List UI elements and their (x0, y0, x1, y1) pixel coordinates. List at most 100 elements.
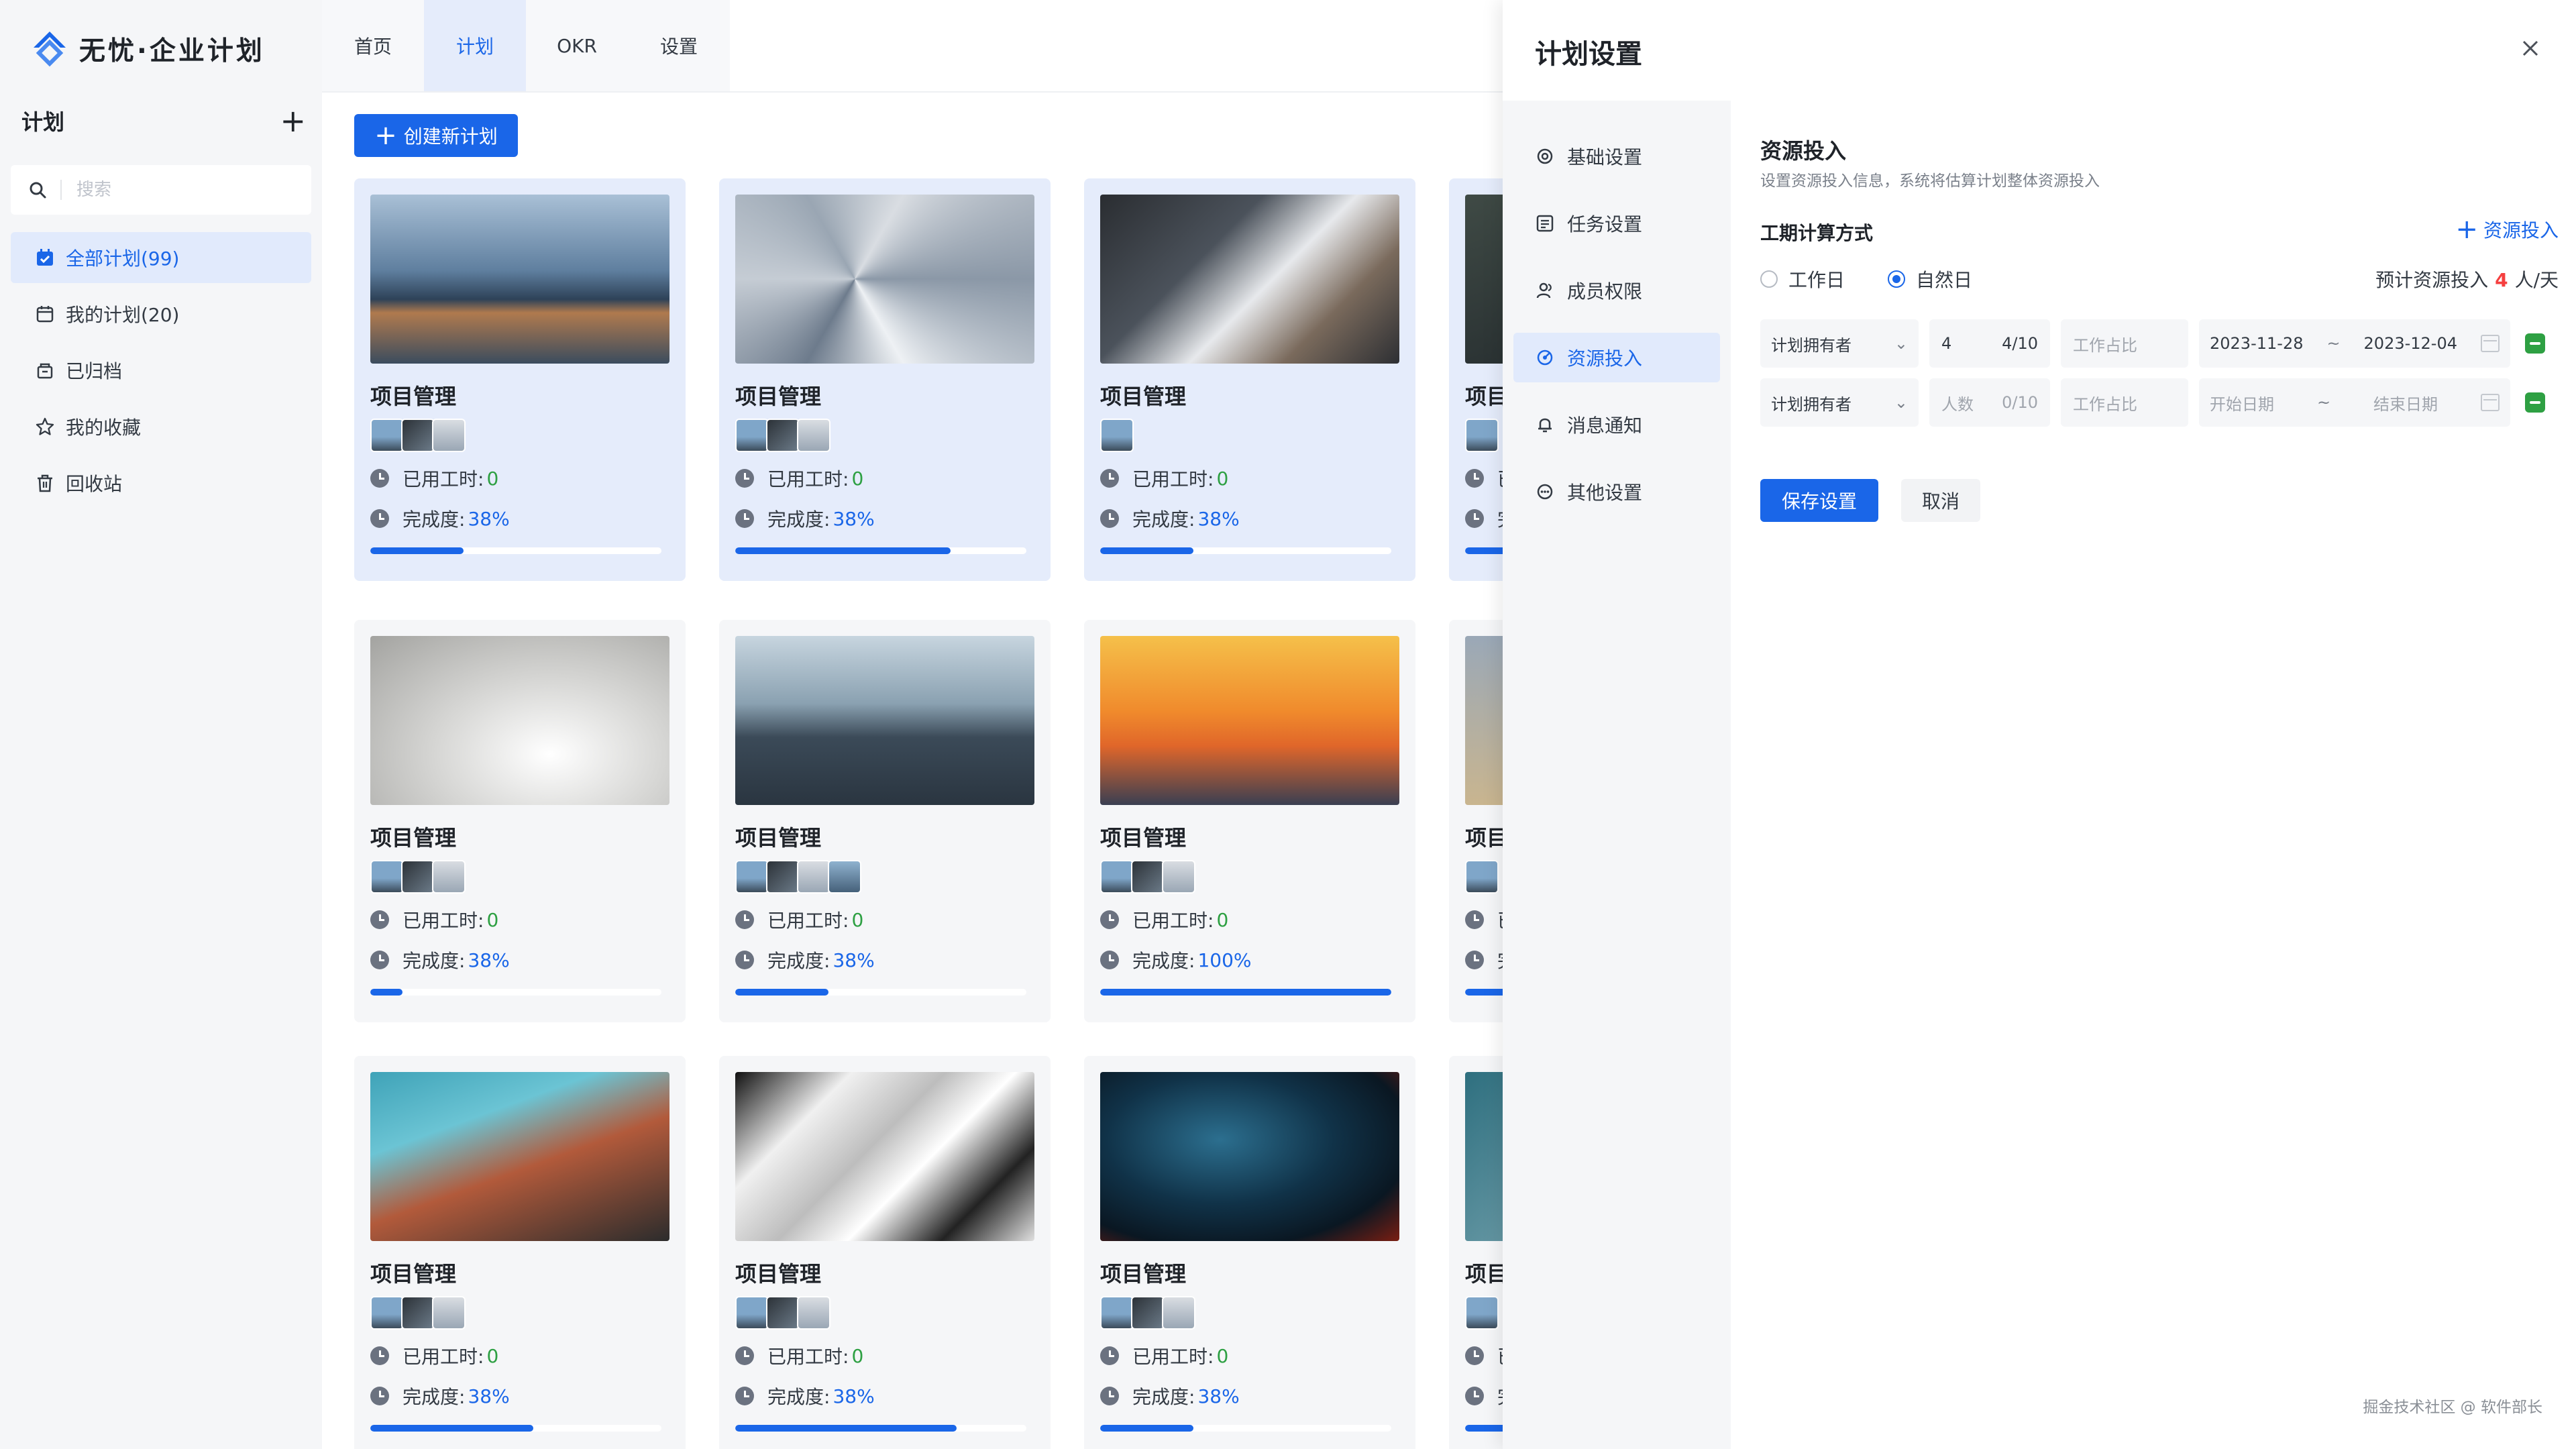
used-hours-label: 已用工时: (1497, 465, 1503, 492)
used-hours-stat: 已用工时:0 (370, 906, 669, 934)
search-icon (30, 182, 46, 199)
sidebar-item-trash[interactable]: 回收站 (11, 458, 311, 508)
headcount-input[interactable]: 人数 0/10 (1929, 378, 2050, 427)
completion-label: 完成度: (1132, 508, 1195, 531)
progress-bar (735, 989, 1026, 996)
settings-nav-members[interactable]: 成员权限 (1513, 266, 1720, 315)
plan-card[interactable]: 项目管理已用工时:0 完成度:38% (1449, 1056, 1503, 1449)
plan-card[interactable]: 项目管理已用工时:0 完成度:38% (1084, 178, 1415, 581)
watermark: 掘金技术社区 @ 软件部长 (2363, 1399, 2542, 1416)
plan-card[interactable]: 项目管理已用工时:0 完成度:38% (354, 1056, 686, 1449)
sidebar-item-favorites[interactable]: 我的收藏 (11, 401, 311, 452)
plan-title: 项目管理 (1100, 384, 1187, 409)
member-avatars (1100, 860, 1399, 894)
plan-title: 项目管理 (735, 384, 822, 409)
headcount-value: 4 (1941, 334, 1952, 353)
avatar (735, 860, 769, 894)
used-hours-label: 已用工时: (1497, 906, 1503, 933)
role-select[interactable]: 计划拥有者 ⌄ (1760, 378, 1919, 427)
sidebar-item-archived[interactable]: 已归档 (11, 345, 311, 396)
plan-cover-image (735, 195, 1034, 364)
calendar-icon (2480, 394, 2500, 411)
plan-card[interactable]: 项目管理已用工时:0 完成度:38% (1449, 620, 1503, 1022)
clock-icon (1465, 469, 1484, 488)
plan-card[interactable]: 项目管理已用工时:0 完成度:38% (1449, 178, 1503, 581)
member-avatars (1465, 419, 1503, 452)
plan-card[interactable]: 项目管理已用工时:0 完成度:38% (1084, 1056, 1415, 1449)
calendar-icon (36, 306, 54, 323)
cancel-button[interactable]: 取消 (1901, 479, 1980, 522)
plan-title: 项目管理 (1465, 1261, 1503, 1287)
tab-okr[interactable]: OKR (526, 0, 628, 91)
progress-fill (735, 1425, 957, 1432)
avatar (797, 860, 830, 894)
create-plan-button[interactable]: + 创建新计划 (354, 114, 518, 157)
plan-title: 项目管理 (735, 1261, 822, 1287)
settings-nav-other[interactable]: 其他设置 (1513, 467, 1720, 517)
save-settings-button[interactable]: 保存设置 (1760, 479, 1878, 522)
completion-value: 38% (833, 949, 875, 971)
radio-natural-day[interactable]: 自然日 (1888, 266, 1972, 292)
plan-title: 项目管理 (370, 384, 457, 409)
avatar (797, 1296, 830, 1330)
sidebar-item-all-plans[interactable]: 全部计划(99) (11, 232, 311, 283)
work-ratio-input[interactable]: 工作占比 (2061, 378, 2188, 427)
plan-title: 项目管理 (735, 825, 822, 851)
calendar-icon (2480, 335, 2500, 352)
plan-card[interactable]: 项目管理 已用工时: 0 完成度: 100% (1084, 620, 1415, 1022)
role-select[interactable]: 计划拥有者 ⌄ (1760, 319, 1919, 368)
settings-nav-task[interactable]: 任务设置 (1513, 199, 1720, 248)
date-range-picker[interactable]: 开始日期 ~ 结束日期 (2199, 378, 2510, 427)
tab-home[interactable]: 首页 (322, 0, 424, 91)
chevron-down-icon: ⌄ (1894, 393, 1908, 412)
date-range-picker[interactable]: 2023-11-28 ~ 2023-12-04 (2199, 319, 2510, 368)
used-hours-stat: 已用工时:0 (1465, 464, 1503, 492)
remove-row-icon[interactable] (2525, 392, 2545, 413)
add-plan-plus-icon[interactable]: + (280, 105, 306, 136)
clock-icon (370, 910, 389, 929)
role-value: 计划拥有者 (1771, 335, 1851, 355)
progress-bar (370, 1425, 661, 1432)
app-logo[interactable]: 无忧·企业计划 (30, 27, 265, 71)
used-hours-stat: 已用工时:0 (1465, 906, 1503, 934)
completion-stat: 完成度: 100% (1100, 946, 1399, 974)
clock-icon (1465, 910, 1484, 929)
tab-settings[interactable]: 设置 (628, 0, 730, 91)
plan-card[interactable]: 项目管理已用工时:0 完成度:38% (354, 178, 686, 581)
remove-row-icon[interactable] (2525, 333, 2545, 354)
avatar (766, 419, 800, 452)
member-avatars (1100, 419, 1399, 452)
avatar (1465, 1296, 1499, 1330)
completion-label: 完成度: (767, 950, 830, 972)
start-date: 2023-11-28 (2210, 334, 2304, 353)
settings-nav-notify[interactable]: 消息通知 (1513, 400, 1720, 449)
end-date-placeholder: 结束日期 (2373, 394, 2438, 414)
bell-icon (1538, 418, 1552, 433)
radio-label: 自然日 (1916, 269, 1973, 291)
work-ratio-input[interactable]: 工作占比 (2061, 319, 2188, 368)
plan-card[interactable]: 项目管理已用工时:0 完成度:38% (719, 178, 1051, 581)
plan-title: 项目管理 (1100, 1261, 1187, 1287)
progress-fill (735, 547, 951, 554)
headcount-input[interactable]: 4 4/10 (1929, 319, 2050, 368)
add-resource-button[interactable]: + 资源投入 (2455, 216, 2559, 243)
radio-workday[interactable]: 工作日 (1760, 266, 1845, 292)
plan-card[interactable]: 项目管理已用工时:0 完成度:38% (719, 1056, 1051, 1449)
sidebar-item-my-plans[interactable]: 我的计划(20) (11, 288, 311, 339)
avatar (1100, 1296, 1134, 1330)
sidebar-header: 计划 + (21, 101, 306, 141)
plan-card[interactable]: 项目管理已用工时:0 完成度:38% (719, 620, 1051, 1022)
settings-nav-label: 成员权限 (1567, 280, 1643, 303)
completion-value: 38% (1197, 1385, 1240, 1407)
tab-plans[interactable]: 计划 (424, 0, 526, 91)
settings-nav-resource[interactable]: 资源投入 (1513, 333, 1720, 382)
sidebar-item-label: 回收站 (66, 473, 123, 495)
plan-card[interactable]: 项目管理已用工时:0 完成度:38% (354, 620, 686, 1022)
search-input[interactable] (60, 180, 288, 200)
close-icon[interactable] (2512, 30, 2549, 67)
member-avatars (1465, 860, 1503, 894)
settings-icon (1537, 148, 1553, 164)
settings-nav-basic[interactable]: 基础设置 (1513, 131, 1720, 181)
role-value: 计划拥有者 (1771, 394, 1851, 414)
used-hours-stat: 已用工时:0 (735, 1342, 1034, 1370)
